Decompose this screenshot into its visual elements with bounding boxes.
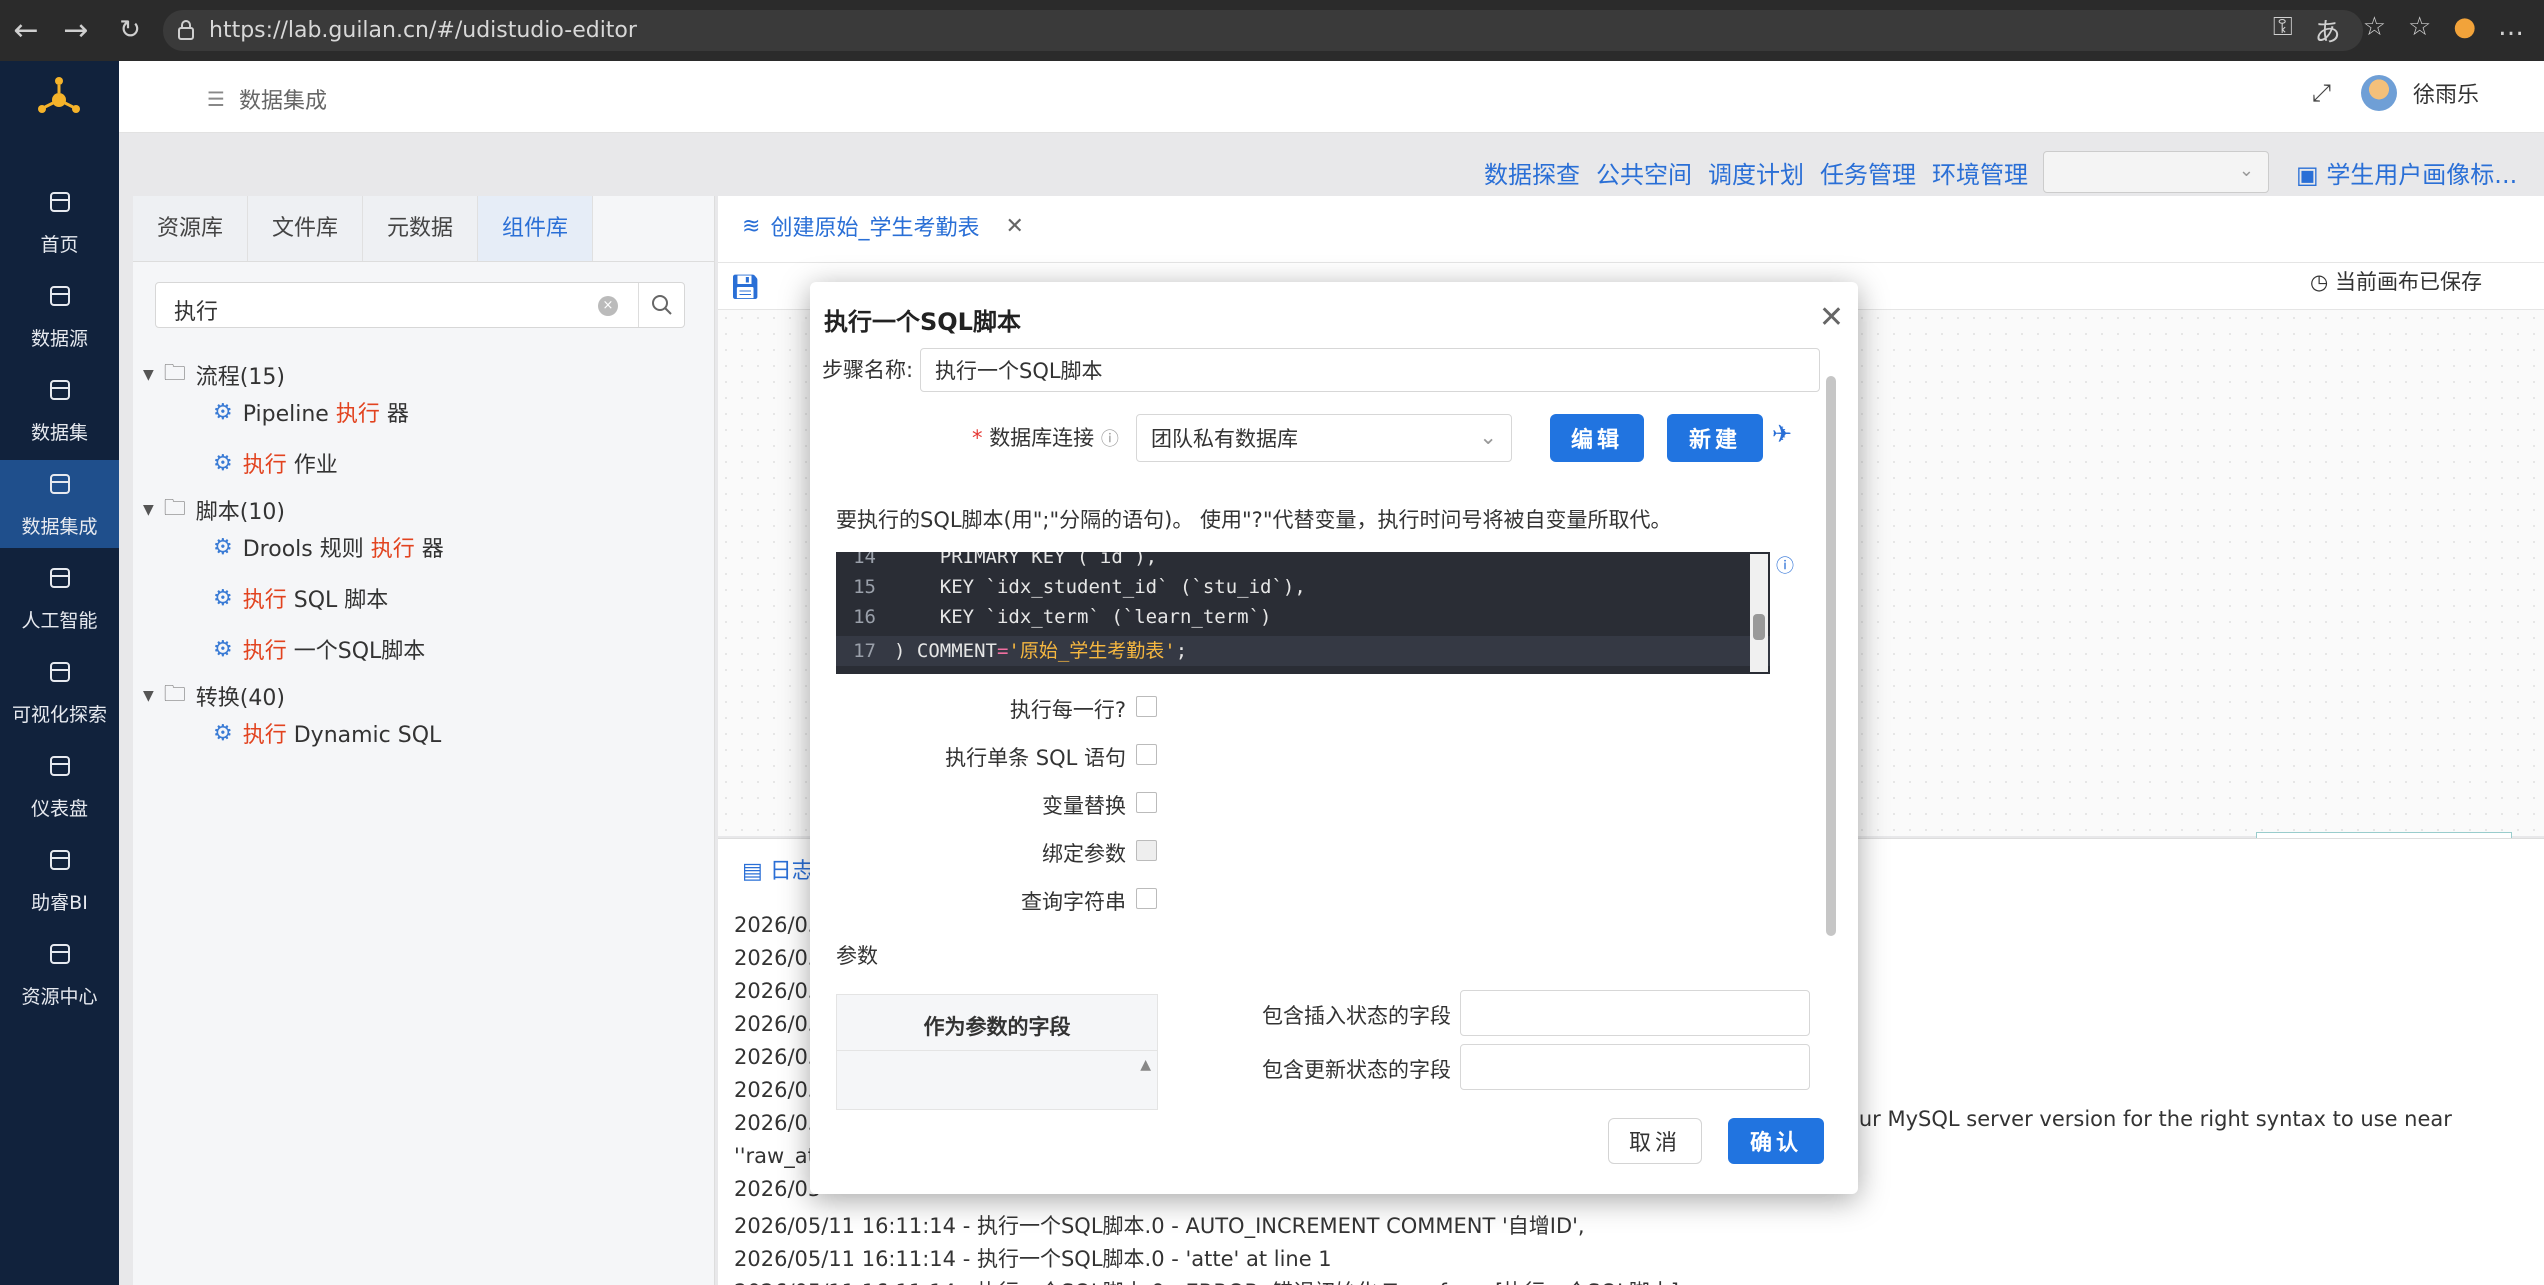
editor-scrollbar[interactable] xyxy=(1750,554,1768,672)
chevron-down-icon: ⌄ xyxy=(1479,425,1497,449)
sql-editor[interactable]: 14 PRIMARY KEY (`id`), 15 KEY `idx_studen… xyxy=(836,552,1770,674)
code-line: 15 KEY `idx_student_id` (`stu_id`), xyxy=(853,576,1306,598)
option-checkbox[interactable] xyxy=(1136,888,1157,909)
option-checkbox[interactable] xyxy=(1136,696,1157,717)
cancel-button[interactable]: 取消 xyxy=(1608,1118,1702,1164)
dialog-title: 执行一个SQL脚本 xyxy=(824,308,1021,336)
update-status-input[interactable] xyxy=(1460,1044,1810,1090)
wizard-icon[interactable]: ✈ xyxy=(1772,420,1792,448)
option-label: 变量替换 xyxy=(1042,794,1126,818)
sql-description: 要执行的SQL脚本(用";"分隔的语句)。 使用"?"代替变量，执行时问号将被自… xyxy=(836,508,1672,532)
option-label: 执行单条 SQL 语句 xyxy=(945,746,1126,770)
dialog-scrollbar[interactable] xyxy=(1824,352,1838,1092)
option-label: 绑定参数 xyxy=(1042,842,1126,866)
param-column-header: 作为参数的字段 xyxy=(837,995,1157,1051)
option-checkbox[interactable] xyxy=(1136,792,1157,813)
update-status-label: 包含更新状态的字段 xyxy=(1262,1058,1451,1082)
code-line: 16 KEY `idx_term` (`learn_term`) xyxy=(853,606,1272,628)
option-checkbox[interactable] xyxy=(1136,744,1157,765)
option-checkbox[interactable] xyxy=(1136,840,1157,861)
db-connection-select[interactable]: 团队私有数据库 ⌄ xyxy=(1136,414,1512,462)
edit-connection-button[interactable]: 编辑 xyxy=(1550,414,1644,462)
confirm-button[interactable]: 确认 xyxy=(1728,1118,1824,1164)
option-label: 查询字符串 xyxy=(1021,890,1126,914)
params-label: 参数 xyxy=(836,944,878,968)
code-line: 14 PRIMARY KEY (`id`), xyxy=(853,552,1158,568)
modal-overlay: 执行一个SQL脚本 ✕ 步骤名称: 执行一个SQL脚本 * 数据库连接 ⓘ 团队… xyxy=(0,0,2544,1285)
code-line: 17) COMMENT='原始_学生考勤表'; xyxy=(836,636,1770,666)
new-connection-button[interactable]: 新建 xyxy=(1667,414,1763,462)
step-name-label: 步骤名称: xyxy=(822,358,914,382)
info-icon[interactable]: ⓘ xyxy=(1776,552,1794,578)
params-table: 作为参数的字段 ▲ xyxy=(836,994,1158,1110)
help-icon: ⓘ xyxy=(1100,429,1119,450)
close-icon[interactable]: ✕ xyxy=(1819,300,1844,335)
sql-script-dialog: 执行一个SQL脚本 ✕ 步骤名称: 执行一个SQL脚本 * 数据库连接 ⓘ 团队… xyxy=(810,282,1858,1194)
scroll-up-icon[interactable]: ▲ xyxy=(1140,1057,1151,1073)
option-label: 执行每一行? xyxy=(1009,698,1126,722)
step-name-input[interactable]: 执行一个SQL脚本 xyxy=(920,348,1820,392)
db-connection-label: * 数据库连接 ⓘ xyxy=(972,426,1119,450)
insert-status-input[interactable] xyxy=(1460,990,1810,1036)
insert-status-label: 包含插入状态的字段 xyxy=(1262,1004,1451,1028)
